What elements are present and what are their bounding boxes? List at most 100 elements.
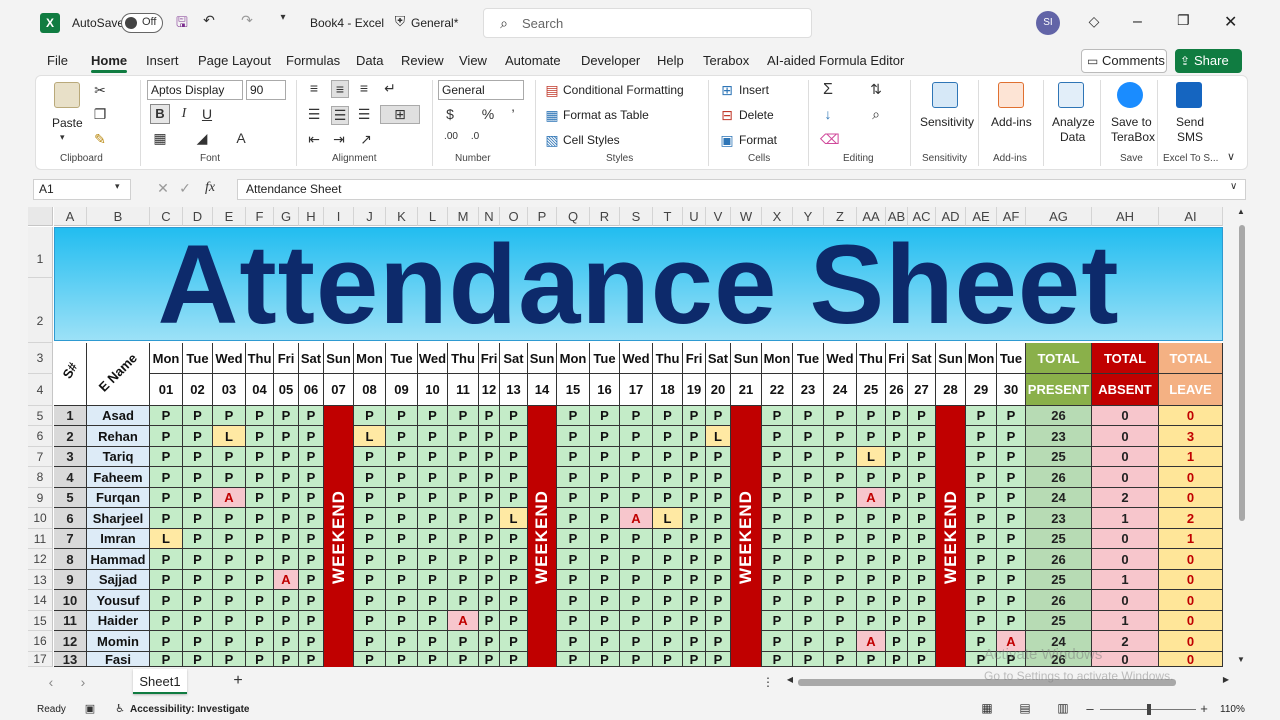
date-header[interactable]: 24 — [824, 374, 857, 406]
tab-formulas[interactable]: Formulas — [286, 53, 340, 68]
attendance-cell[interactable]: P — [479, 447, 500, 467]
attendance-cell[interactable]: P — [824, 529, 857, 549]
scroll-left-icon[interactable]: ◀ — [786, 675, 794, 684]
serial-number-cell[interactable]: 1 — [54, 406, 87, 426]
serial-number-cell[interactable]: 13 — [54, 652, 87, 667]
attendance-cell[interactable]: P — [997, 406, 1026, 426]
attendance-cell[interactable]: P — [386, 549, 418, 570]
tab-automate[interactable]: Automate — [505, 53, 561, 68]
attendance-cell[interactable]: P — [824, 467, 857, 488]
attendance-cell[interactable]: P — [213, 508, 246, 529]
attendance-cell[interactable]: P — [590, 590, 620, 611]
attendance-cell[interactable]: P — [886, 631, 908, 652]
attendance-cell[interactable]: P — [824, 447, 857, 467]
attendance-cell[interactable]: P — [418, 426, 448, 447]
attendance-cell[interactable]: P — [557, 529, 590, 549]
employee-name-cell[interactable]: Tariq — [87, 447, 150, 467]
attendance-cell[interactable]: P — [824, 611, 857, 631]
day-header[interactable]: Thu — [246, 343, 274, 374]
attendance-cell[interactable]: P — [620, 467, 653, 488]
zoom-slider-thumb[interactable] — [1147, 704, 1151, 715]
send-sms-line1[interactable]: Send — [1176, 115, 1204, 129]
total-leave-cell[interactable]: 0 — [1159, 631, 1223, 652]
tab-page-layout[interactable]: Page Layout — [198, 53, 271, 68]
italic-button[interactable]: I — [177, 106, 191, 122]
attendance-cell[interactable]: P — [418, 488, 448, 508]
attendance-cell[interactable]: P — [354, 529, 386, 549]
attendance-cell[interactable]: P — [762, 590, 793, 611]
attendance-cell[interactable]: P — [246, 488, 274, 508]
total-present-cell[interactable]: 26 — [1026, 467, 1092, 488]
attendance-cell[interactable]: P — [590, 549, 620, 570]
total-present-cell[interactable]: 25 — [1026, 447, 1092, 467]
total-present-cell[interactable]: 23 — [1026, 508, 1092, 529]
attendance-cell[interactable]: P — [183, 508, 213, 529]
tab-file[interactable]: File — [47, 53, 68, 68]
insert-function-icon[interactable]: fx — [202, 180, 218, 196]
attendance-cell[interactable]: P — [997, 447, 1026, 467]
attendance-cell[interactable]: P — [418, 631, 448, 652]
attendance-cell[interactable]: P — [150, 488, 183, 508]
total-leave-header[interactable]: TOTAL — [1159, 343, 1223, 374]
tab-terabox[interactable]: Terabox — [703, 53, 749, 68]
attendance-cell[interactable]: P — [418, 467, 448, 488]
attendance-cell[interactable]: P — [908, 488, 936, 508]
attendance-cell[interactable]: P — [448, 488, 479, 508]
attendance-cell[interactable]: P — [824, 426, 857, 447]
sensitivity-label[interactable]: General* — [411, 15, 458, 31]
weekend-column[interactable]: WEEKEND — [936, 406, 966, 667]
attendance-cell[interactable]: P — [246, 508, 274, 529]
close-icon[interactable]: ✕ — [1224, 12, 1237, 32]
header-employee-name[interactable]: E Name — [87, 343, 150, 406]
attendance-cell[interactable]: P — [354, 488, 386, 508]
attendance-cell[interactable]: P — [386, 488, 418, 508]
attendance-cell[interactable]: P — [997, 570, 1026, 590]
align-center-icon[interactable]: ☰ — [331, 106, 349, 125]
attendance-cell[interactable]: P — [997, 549, 1026, 570]
prev-sheet-icon[interactable]: ‹ — [44, 674, 58, 690]
orientation-icon[interactable]: ↗ — [358, 131, 374, 148]
day-header[interactable]: Sat — [500, 343, 528, 374]
employee-name-cell[interactable]: Imran — [87, 529, 150, 549]
currency-icon[interactable]: $ — [442, 106, 458, 122]
attendance-cell[interactable]: P — [557, 652, 590, 667]
attendance-cell[interactable]: P — [557, 611, 590, 631]
attendance-cell[interactable]: P — [683, 570, 706, 590]
attendance-cell[interactable]: P — [793, 529, 824, 549]
increase-decimal-icon[interactable]: .00 — [442, 131, 460, 142]
date-header[interactable]: 17 — [620, 374, 653, 406]
total-leave-cell[interactable]: 0 — [1159, 652, 1223, 667]
align-left-icon[interactable]: ☰ — [306, 106, 322, 123]
row-header-15[interactable]: 15 — [28, 611, 53, 631]
attendance-cell[interactable]: P — [246, 426, 274, 447]
employee-name-cell[interactable]: Sajjad — [87, 570, 150, 590]
attendance-cell[interactable]: P — [762, 406, 793, 426]
attendance-cell[interactable]: P — [274, 529, 299, 549]
analyze-data-line2[interactable]: Data — [1060, 130, 1085, 144]
attendance-cell[interactable]: P — [857, 529, 886, 549]
sheet-tab-sheet1[interactable]: Sheet1 — [133, 669, 187, 694]
attendance-cell[interactable]: P — [274, 611, 299, 631]
attendance-cell[interactable]: P — [500, 488, 528, 508]
attendance-cell[interactable]: P — [386, 426, 418, 447]
add-ins-button[interactable]: Add-ins — [991, 115, 1032, 129]
row-header-11[interactable]: 11 — [28, 529, 53, 549]
attendance-cell[interactable]: P — [762, 488, 793, 508]
attendance-cell[interactable]: P — [386, 570, 418, 590]
attendance-cell[interactable]: P — [150, 611, 183, 631]
day-header[interactable]: Sat — [908, 343, 936, 374]
attendance-cell[interactable]: P — [274, 631, 299, 652]
attendance-cell[interactable]: P — [274, 508, 299, 529]
weekend-column[interactable]: WEEKEND — [731, 406, 762, 667]
attendance-cell[interactable]: P — [479, 631, 500, 652]
sort-filter-icon[interactable]: ⇅ — [868, 81, 884, 98]
attendance-cell[interactable]: P — [793, 406, 824, 426]
attendance-cell[interactable]: P — [653, 426, 683, 447]
total-absent-cell[interactable]: 0 — [1092, 590, 1159, 611]
attendance-cell[interactable]: P — [448, 529, 479, 549]
total-present-cell[interactable]: 24 — [1026, 488, 1092, 508]
attendance-cell[interactable]: P — [500, 529, 528, 549]
date-header[interactable]: 19 — [683, 374, 706, 406]
attendance-cell[interactable]: P — [886, 549, 908, 570]
total-present-cell[interactable]: 26 — [1026, 590, 1092, 611]
